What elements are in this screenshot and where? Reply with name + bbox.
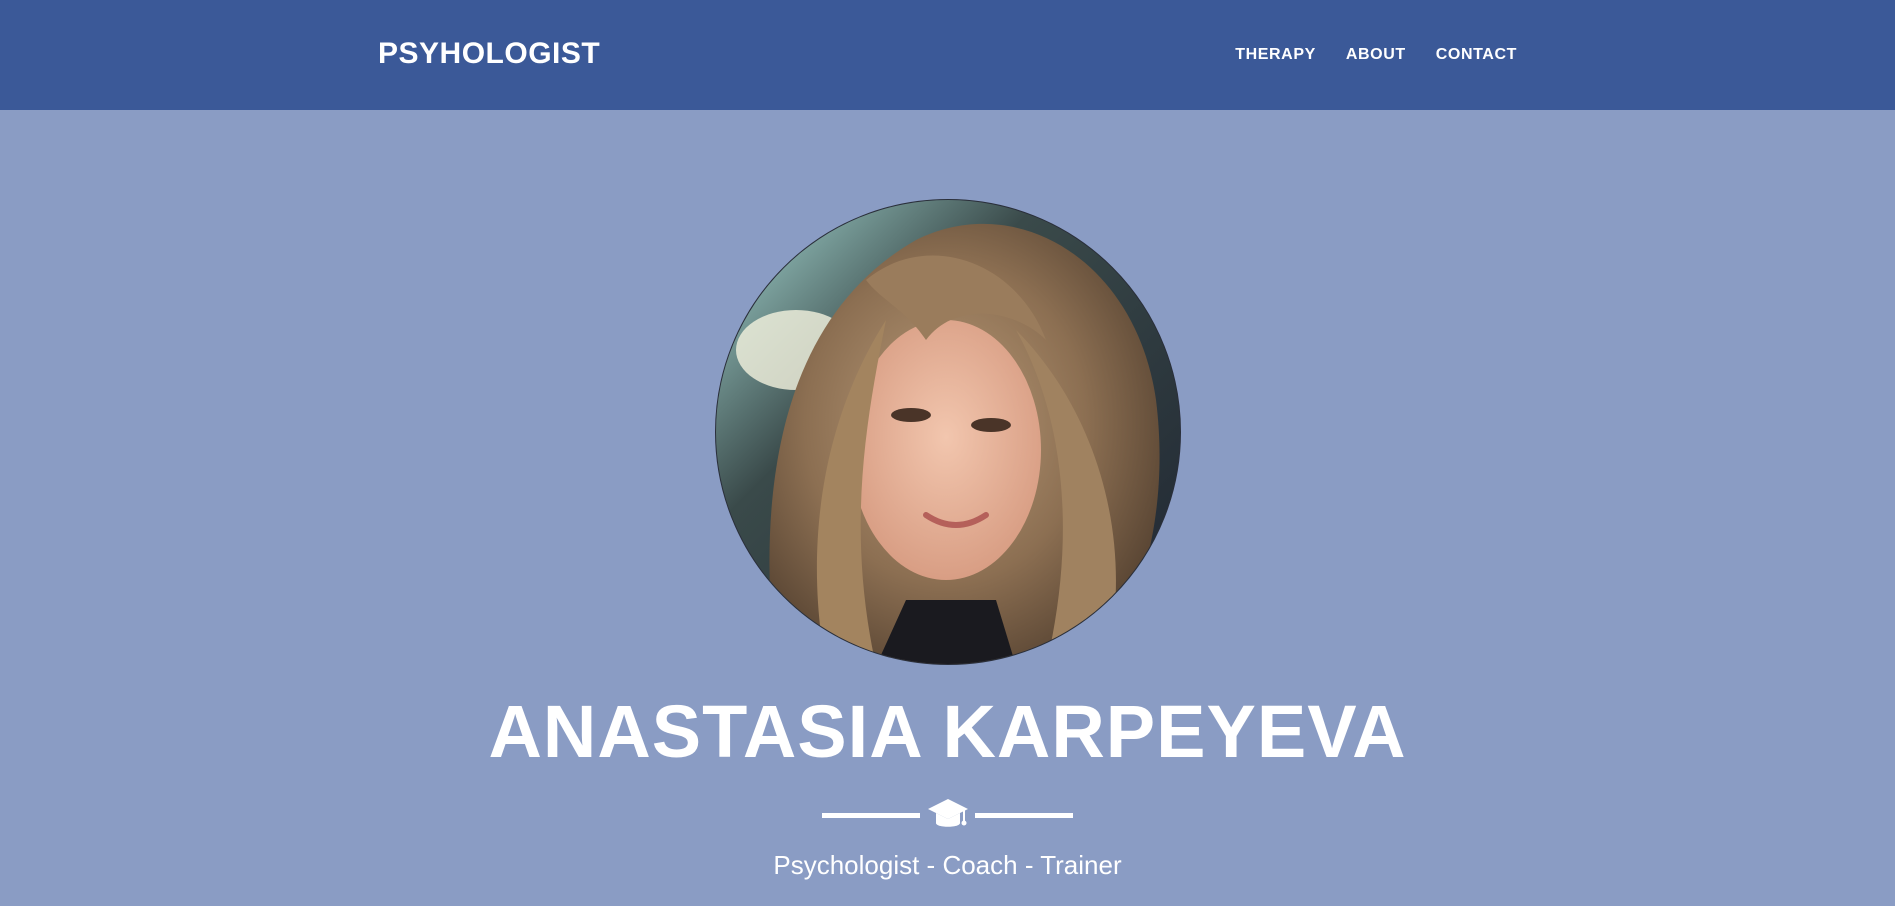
nav-link-therapy[interactable]: THERAPY (1235, 46, 1316, 63)
title-divider (822, 795, 1073, 835)
page-title: ANASTASIA KARPEYEVA (488, 690, 1407, 773)
divider-line-left (822, 813, 920, 818)
portrait-photo (716, 200, 1180, 664)
subtitle: Psychologist - Coach - Trainer (773, 850, 1122, 880)
avatar (715, 199, 1181, 665)
brand-logo-link[interactable]: PSYHOLOGIST (378, 37, 600, 71)
nav-menu: THERAPY ABOUT CONTACT (1235, 46, 1517, 64)
nav-link-about[interactable]: ABOUT (1346, 46, 1406, 63)
nav-item-contact: CONTACT (1436, 46, 1517, 64)
nav-item-about: ABOUT (1346, 46, 1406, 64)
nav-item-therapy: THERAPY (1235, 46, 1316, 64)
top-navbar: PSYHOLOGIST THERAPY ABOUT CONTACT (0, 0, 1895, 110)
nav-link-contact[interactable]: CONTACT (1436, 46, 1517, 63)
masthead: ANASTASIA KARPEYEVA Psychologist - Coach… (0, 110, 1895, 906)
divider-line-right (975, 813, 1073, 818)
graduation-cap-icon (928, 799, 968, 827)
